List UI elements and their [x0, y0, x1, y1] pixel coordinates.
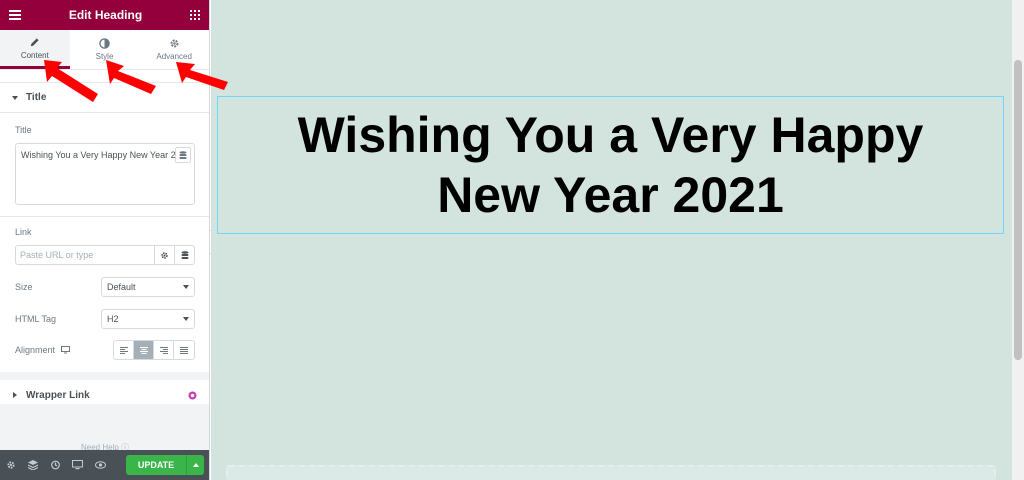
tab-style[interactable]: Style — [70, 30, 140, 69]
align-justify-button[interactable] — [174, 341, 194, 359]
add-section-dropzone[interactable] — [226, 465, 996, 480]
settings-icon[interactable] — [6, 460, 16, 470]
section-title-toggle[interactable]: Title — [0, 82, 209, 113]
heading-text: Wishing You a Very Happy New Year 2021 — [297, 107, 924, 223]
database-icon — [179, 150, 187, 159]
history-icon[interactable] — [50, 460, 60, 470]
title-textarea[interactable]: Wishing You a Very Happy New Year 2021 — [15, 143, 195, 205]
responsive-mode-icon[interactable] — [72, 460, 83, 470]
dynamic-tags-button[interactable] — [175, 147, 191, 163]
section-gap — [0, 372, 209, 380]
size-select-value: Default — [107, 282, 136, 292]
preview-eye-icon[interactable] — [95, 461, 106, 469]
pencil-icon — [31, 37, 39, 46]
navigator-layers-icon[interactable] — [28, 460, 38, 470]
tab-content[interactable]: Content — [0, 30, 70, 69]
panel-title: Edit Heading — [68, 8, 143, 22]
align-center-button[interactable] — [134, 341, 154, 359]
chevron-down-icon — [183, 317, 189, 321]
align-justify-icon — [180, 346, 188, 354]
size-row: Size Default — [15, 277, 195, 297]
section-title-heading: Title — [26, 92, 47, 103]
html-tag-row: HTML Tag H2 — [15, 309, 195, 329]
html-tag-label: HTML Tag — [15, 314, 57, 324]
heading-widget[interactable]: Wishing You a Very Happy New Year 2021 — [217, 96, 1004, 234]
update-button-group: UPDATE — [126, 455, 204, 475]
align-left-button[interactable] — [114, 341, 134, 359]
alignment-row: Alignment — [15, 340, 195, 360]
editor-window: Edit Heading Content Style Advanced Titl… — [0, 0, 1024, 480]
caret-down-icon — [12, 95, 18, 100]
align-left-icon — [119, 346, 128, 354]
widgets-grid-icon[interactable] — [190, 10, 200, 20]
tab-advanced[interactable]: Advanced — [139, 30, 209, 69]
contrast-icon — [99, 38, 110, 49]
sidebar-bottom-bar: UPDATE — [0, 450, 209, 480]
alignment-label-wrap: Alignment — [15, 345, 71, 355]
alignment-label: Alignment — [15, 345, 56, 355]
page-scrollbar[interactable] — [1012, 0, 1024, 480]
tab-style-label: Style — [95, 52, 114, 61]
align-right-button[interactable] — [154, 341, 174, 359]
title-textarea-value: Wishing You a Very Happy New Year 2021 — [21, 150, 191, 160]
menu-icon[interactable] — [9, 10, 21, 20]
link-url-input[interactable]: Paste URL or type — [15, 245, 155, 265]
size-label: Size — [15, 282, 33, 292]
preview-canvas: Wishing You a Very Happy New Year 2021 — [211, 0, 1012, 480]
update-button[interactable]: UPDATE — [126, 455, 186, 475]
link-options-button[interactable] — [155, 245, 175, 265]
desktop-icon[interactable] — [61, 346, 71, 354]
gear-icon — [161, 251, 168, 259]
tab-content-label: Content — [20, 50, 49, 60]
link-dynamic-button[interactable] — [175, 245, 195, 265]
editor-sidebar: Edit Heading Content Style Advanced Titl… — [0, 0, 210, 480]
section-wrapper-link-heading: Wrapper Link — [26, 389, 90, 401]
pro-addon-icon — [188, 391, 197, 399]
scrollbar-thumb[interactable] — [1014, 60, 1022, 360]
caret-right-icon — [13, 392, 17, 398]
update-options-button[interactable] — [186, 455, 204, 475]
title-field-label: Title — [15, 125, 32, 135]
html-tag-select[interactable]: H2 — [101, 309, 195, 329]
align-center-icon — [139, 346, 148, 354]
gear-icon — [170, 39, 179, 48]
database-icon — [181, 250, 188, 259]
chevron-down-icon — [183, 285, 189, 289]
caret-up-icon — [192, 463, 199, 467]
html-tag-select-value: H2 — [107, 314, 119, 324]
tab-advanced-label: Advanced — [156, 52, 192, 61]
panel-tabs: Content Style Advanced — [0, 30, 209, 70]
link-control: Paste URL or type — [15, 245, 195, 265]
sidebar-header: Edit Heading — [0, 0, 209, 30]
size-select[interactable]: Default — [101, 277, 195, 297]
link-label: Link — [15, 227, 32, 237]
alignment-buttons — [113, 340, 195, 360]
align-right-icon — [159, 346, 168, 354]
